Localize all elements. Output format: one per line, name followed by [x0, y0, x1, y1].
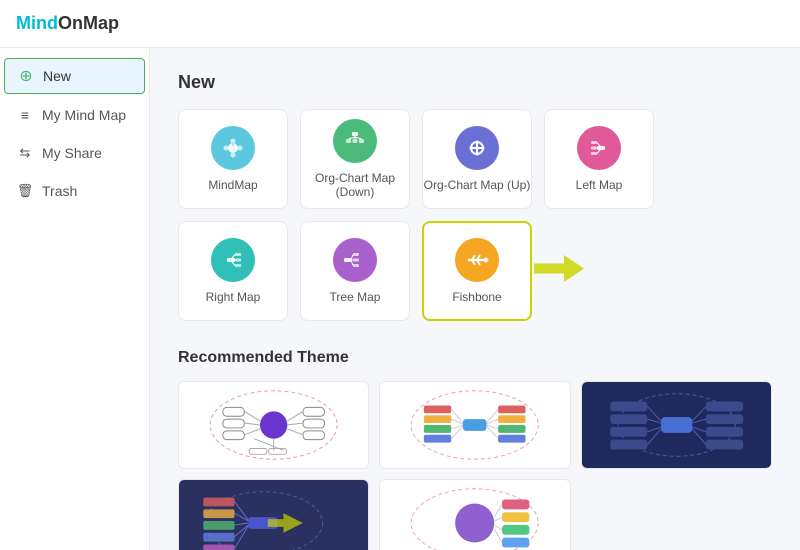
orgup-label: Org-Chart Map (Up) [424, 178, 531, 192]
rightmap-icon [211, 238, 255, 282]
content-area: New MindMap [150, 48, 800, 550]
recommended-section-title: Recommended Theme [178, 349, 772, 367]
treemap-icon [333, 238, 377, 282]
orgup-icon [455, 126, 499, 170]
sidebar-item-mymindmap[interactable]: ≡ My Mind Map [0, 96, 149, 134]
map-cards-container: MindMap Org-Chart Map (Down) [178, 109, 772, 321]
leftmap-label: Left Map [576, 178, 623, 192]
sidebar-item-mymindmap-label: My Mind Map [42, 107, 126, 123]
leftmap-icon [577, 126, 621, 170]
map-card-mindmap[interactable]: MindMap [178, 109, 288, 209]
orgdown-label: Org-Chart Map (Down) [301, 171, 409, 199]
mindmap-label: MindMap [208, 178, 257, 192]
myshare-icon: ⇆ [16, 144, 34, 162]
sidebar-item-trash[interactable]: 🗑 Trash [0, 172, 149, 210]
sidebar-item-trash-label: Trash [42, 183, 77, 199]
theme-card-3[interactable] [581, 381, 772, 469]
theme-card-2[interactable] [379, 381, 570, 469]
theme-cards-container [178, 381, 772, 550]
sidebar-item-myshare-label: My Share [42, 145, 102, 161]
header: MindOnMap [0, 0, 800, 48]
rightmap-label: Right Map [206, 290, 261, 304]
fishbone-label: Fishbone [452, 290, 501, 304]
new-icon: ⊕ [17, 67, 35, 85]
main-layout: ⊕ New ≡ My Mind Map ⇆ My Share 🗑 Trash N… [0, 48, 800, 550]
trash-icon: 🗑 [16, 182, 34, 200]
theme-card-1[interactable] [178, 381, 369, 469]
logo-mind: Mind [16, 13, 58, 34]
sidebar-item-new-label: New [43, 68, 71, 84]
map-card-orgup[interactable]: Org-Chart Map (Up) [422, 109, 532, 209]
logo-on: On [58, 13, 83, 34]
map-card-leftmap[interactable]: Left Map [544, 109, 654, 209]
logo: MindOnMap [16, 13, 119, 34]
map-card-treemap[interactable]: Tree Map [300, 221, 410, 321]
theme-card-4[interactable] [178, 479, 369, 550]
map-card-orgdown[interactable]: Org-Chart Map (Down) [300, 109, 410, 209]
sidebar-item-new[interactable]: ⊕ New [4, 58, 145, 94]
fishbone-arrow [534, 252, 584, 291]
sidebar: ⊕ New ≡ My Mind Map ⇆ My Share 🗑 Trash [0, 48, 150, 550]
logo-map: Map [83, 13, 119, 34]
mindmap-icon [211, 126, 255, 170]
new-section-title: New [178, 72, 772, 93]
map-card-rightmap[interactable]: Right Map [178, 221, 288, 321]
map-card-fishbone[interactable]: Fishbone [422, 221, 532, 321]
mymindmap-icon: ≡ [16, 106, 34, 124]
theme-card-5[interactable] [379, 479, 570, 550]
orgdown-icon [333, 119, 377, 163]
treemap-label: Tree Map [330, 290, 381, 304]
sidebar-item-myshare[interactable]: ⇆ My Share [0, 134, 149, 172]
fishbone-icon [455, 238, 499, 282]
